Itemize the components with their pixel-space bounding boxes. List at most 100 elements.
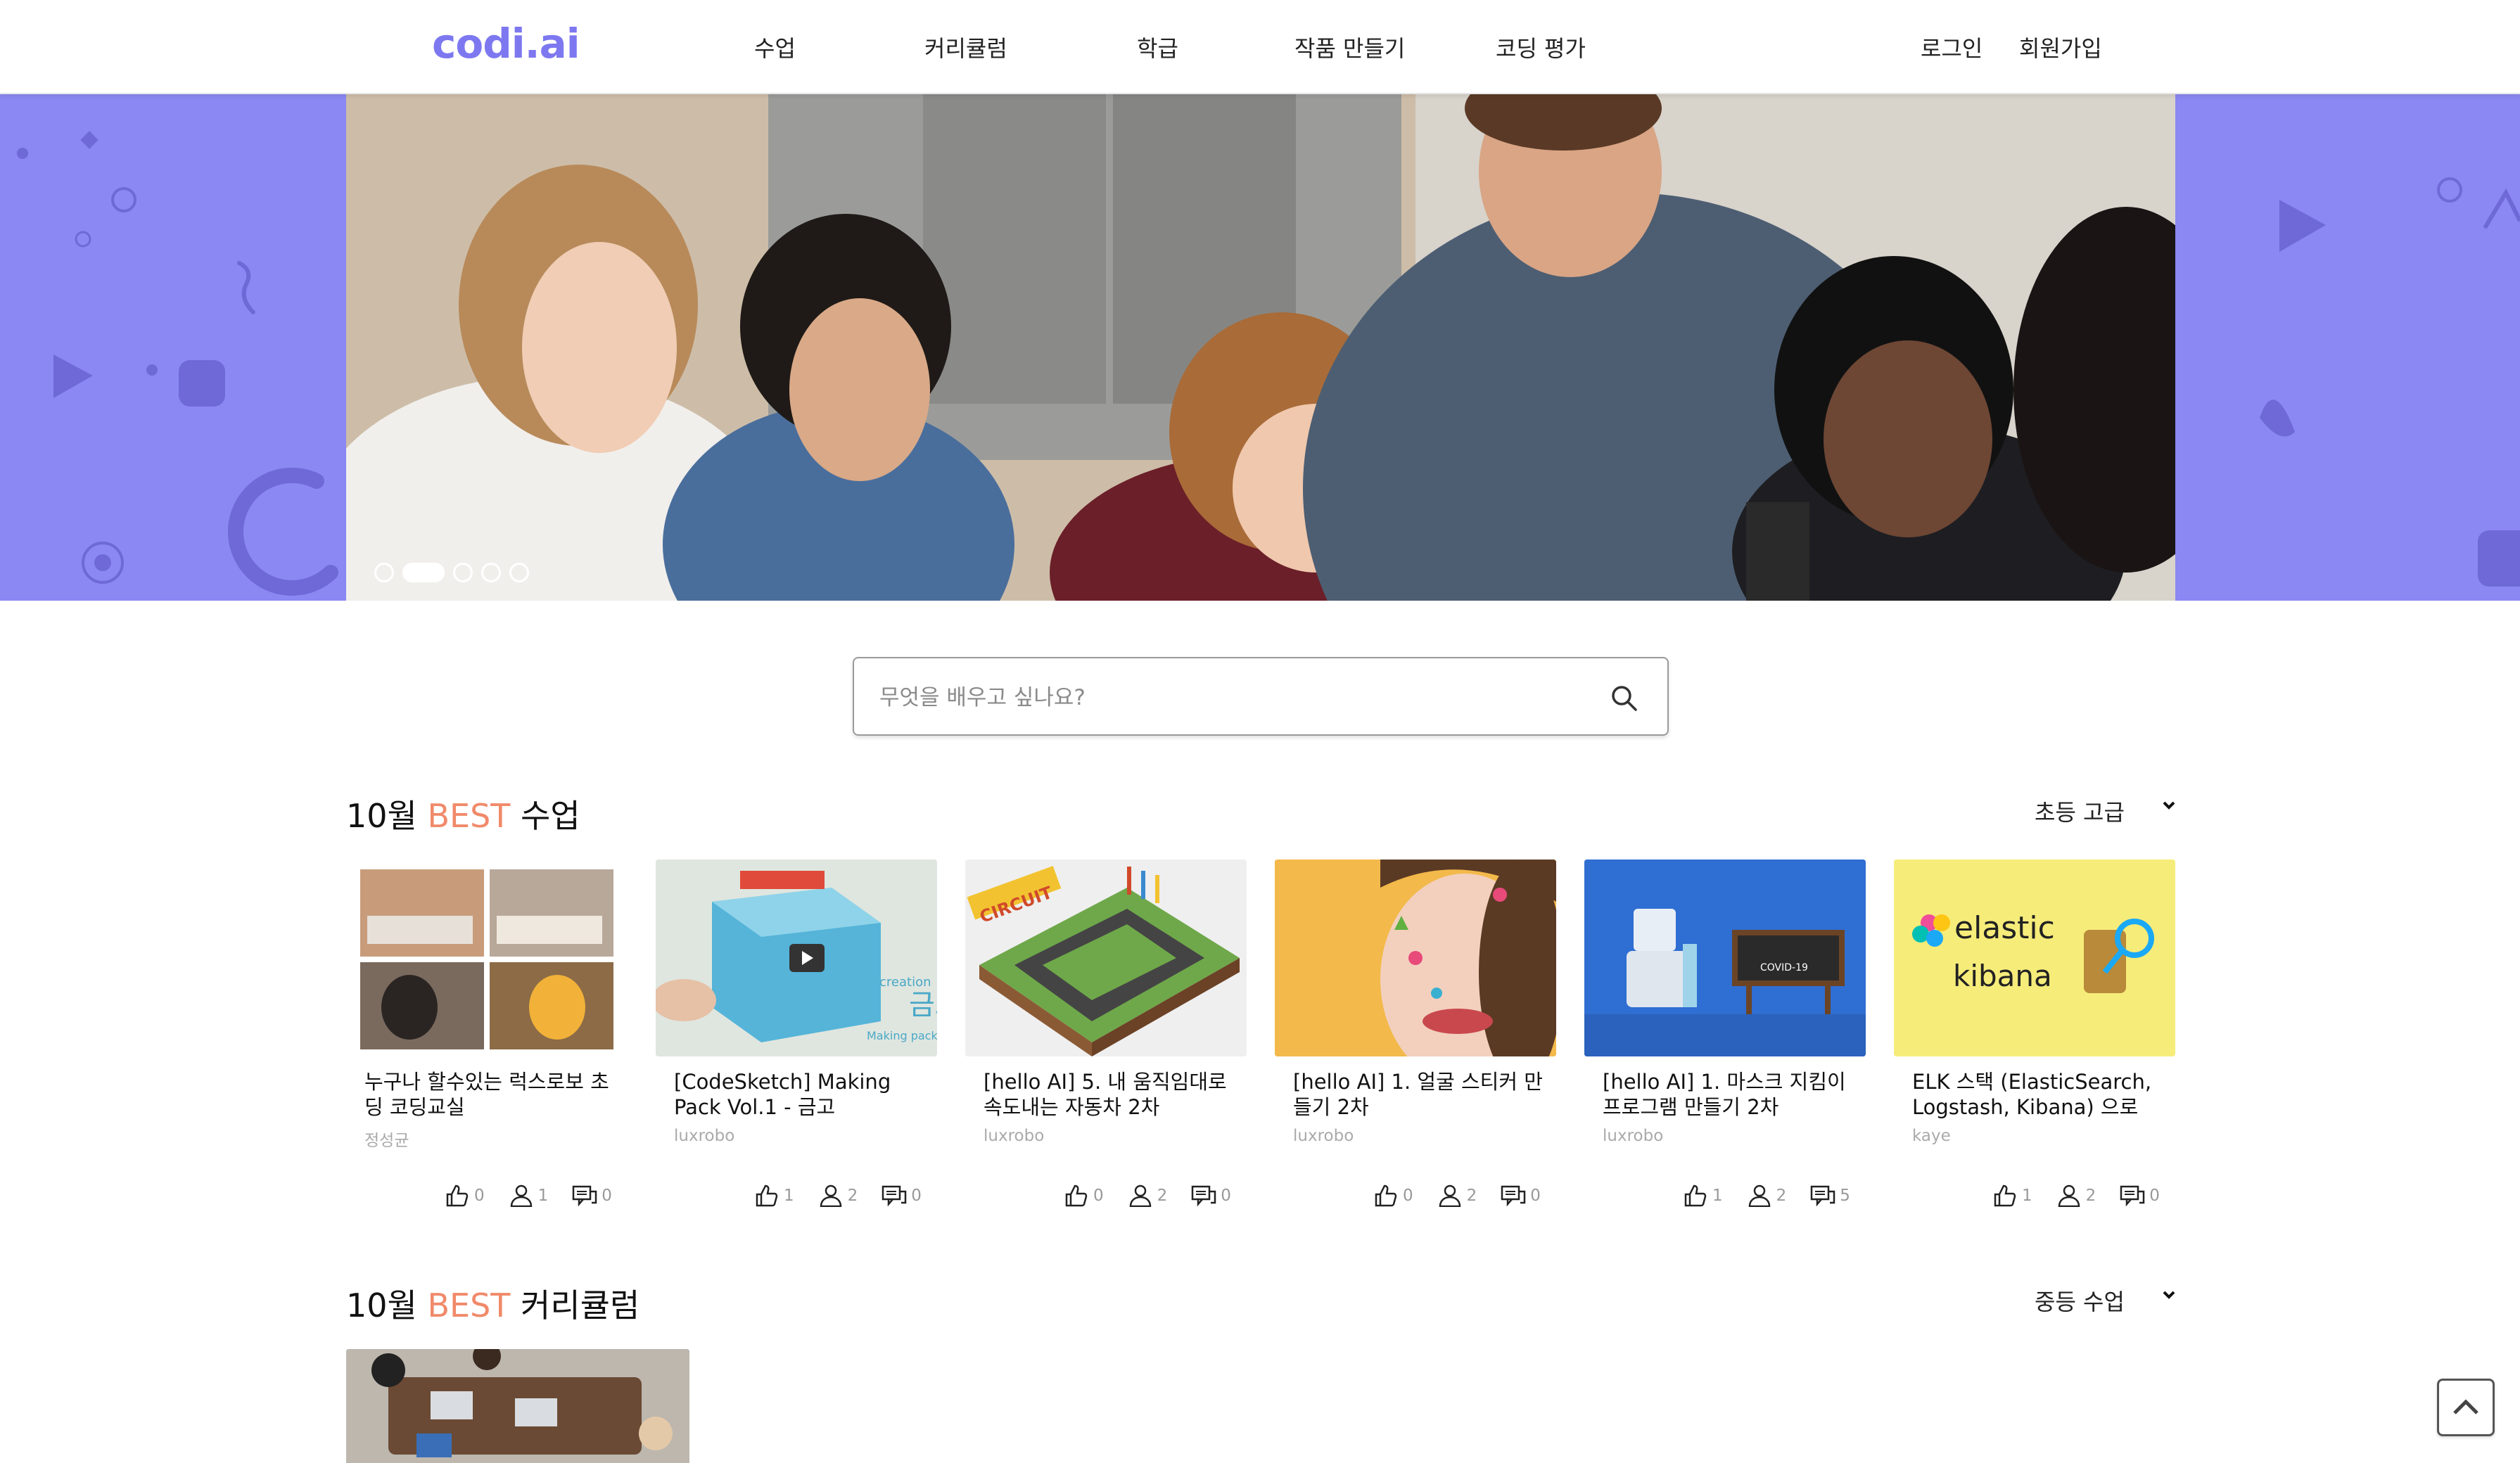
comments-count: 5 bbox=[1840, 1187, 1850, 1205]
class-card[interactable]: [hello AI] 1. 얼굴 스티커 만들기 2차 luxrobo 0 2 … bbox=[1275, 860, 1556, 1211]
class-stats: 0 2 0 bbox=[1373, 1183, 1541, 1208]
best-curriculum-filter-label: 중등 수업 bbox=[2035, 1289, 2125, 1315]
carousel-dot-3[interactable] bbox=[453, 563, 473, 582]
thumbnail-collage bbox=[360, 869, 613, 1049]
comment-icon bbox=[1192, 1185, 1216, 1207]
best-curriculum-best: BEST bbox=[427, 1286, 511, 1324]
thumbnail-face-sticker bbox=[1275, 860, 1556, 1056]
class-title: [hello AI] 1. 마스크 지킴이 프로그램 만들기 2차 bbox=[1603, 1070, 1846, 1119]
hero-decoration-right bbox=[2260, 177, 2520, 587]
comments-count: 0 bbox=[2149, 1187, 2160, 1205]
class-card[interactable]: CIRCUIT [hello AI] 5. 내 움직임대로 속도내는 자동차 2… bbox=[965, 860, 1247, 1211]
kibana-logo-text: kibana bbox=[1953, 959, 2052, 993]
scroll-to-top-button[interactable] bbox=[2437, 1379, 2495, 1436]
students-count: 2 bbox=[847, 1187, 858, 1205]
thumbs-up-icon bbox=[1994, 1184, 2016, 1207]
class-card[interactable]: COVID-19 [hello AI] 1. 마스크 지킴이 프로그램 만들기 … bbox=[1584, 860, 1866, 1211]
comments-stat: 0 bbox=[1501, 1183, 1541, 1208]
nav-item-classes[interactable]: 수업 bbox=[754, 31, 796, 63]
students-stat: 2 bbox=[1437, 1183, 1477, 1208]
thumbnail-making-pack: creation 금고 Making pack bbox=[656, 860, 937, 1056]
thumbs-up-icon bbox=[446, 1184, 469, 1207]
thumbnail-mask-keeper: COVID-19 bbox=[1584, 860, 1866, 1056]
best-curriculum-filter[interactable]: 중등 수업 bbox=[2035, 1284, 2175, 1317]
hero-illustration bbox=[346, 94, 2175, 601]
class-title: [hello AI] 1. 얼굴 스티커 만들기 2차 bbox=[1293, 1070, 1543, 1119]
search-input[interactable] bbox=[879, 679, 1583, 716]
login-link[interactable]: 로그인 bbox=[1921, 31, 1983, 63]
best-curriculum-label: 커리큘럼 bbox=[521, 1286, 640, 1324]
making-pack-creation-text: creation bbox=[879, 975, 931, 990]
thumbnail-circuit: CIRCUIT bbox=[965, 860, 1247, 1056]
students-stat: 2 bbox=[1128, 1183, 1167, 1208]
arrow-up-icon bbox=[2453, 1399, 2478, 1414]
class-thumbnail bbox=[346, 860, 628, 1056]
comments-count: 0 bbox=[602, 1187, 612, 1205]
class-stats: 1 2 0 bbox=[754, 1183, 922, 1208]
class-author: kaye bbox=[1912, 1127, 1951, 1145]
likes-count: 1 bbox=[2022, 1187, 2032, 1205]
students-count: 2 bbox=[1776, 1187, 1787, 1205]
logo[interactable]: codi.ai bbox=[432, 20, 580, 68]
class-title: ELK 스택 (ElasticSearch, Logstash, Kibana)… bbox=[1912, 1070, 2152, 1119]
user-icon bbox=[510, 1184, 532, 1207]
students-stat: 2 bbox=[818, 1183, 858, 1208]
carousel-dot-4[interactable] bbox=[481, 563, 501, 582]
carousel-dots bbox=[374, 563, 529, 582]
class-title: [CodeSketch] Making Pack Vol.1 - 금고 bbox=[674, 1070, 891, 1119]
thumbs-up-icon bbox=[756, 1184, 778, 1207]
likes-stat: 0 bbox=[445, 1183, 485, 1208]
comments-stat: 0 bbox=[882, 1183, 922, 1208]
likes-stat: 0 bbox=[1373, 1183, 1413, 1208]
hero-decoration-left bbox=[17, 131, 338, 596]
carousel-dot-1[interactable] bbox=[374, 563, 394, 582]
nav-item-coding-test[interactable]: 코딩 평가 bbox=[1496, 31, 1586, 63]
comment-icon bbox=[882, 1185, 907, 1207]
comments-count: 0 bbox=[1530, 1187, 1541, 1205]
thumbs-up-icon bbox=[1375, 1184, 1397, 1207]
class-card[interactable]: 누구나 할수있는 럭스로보 초딩 코딩교실 정성균 0 1 0 bbox=[346, 860, 628, 1211]
class-author: luxrobo bbox=[674, 1127, 735, 1145]
best-classes-filter[interactable]: 초등 고급 bbox=[2035, 795, 2175, 827]
curriculum-card[interactable] bbox=[346, 1349, 689, 1463]
likes-stat: 1 bbox=[754, 1183, 794, 1208]
thumbs-up-icon bbox=[1684, 1184, 1707, 1207]
class-author: 정성균 bbox=[364, 1132, 409, 1150]
class-stats: 1 2 5 bbox=[1683, 1183, 1850, 1208]
user-icon bbox=[2058, 1184, 2080, 1207]
making-pack-label-text: Making pack bbox=[867, 1029, 937, 1042]
students-count: 1 bbox=[537, 1187, 549, 1205]
class-card[interactable]: creation 금고 Making pack [CodeSketch] Mak… bbox=[656, 860, 937, 1211]
likes-count: 0 bbox=[1403, 1187, 1413, 1205]
carousel-dot-5[interactable] bbox=[509, 563, 529, 582]
comments-count: 0 bbox=[1221, 1187, 1231, 1205]
chevron-down-icon bbox=[2163, 801, 2175, 810]
class-thumbnail: creation 금고 Making pack bbox=[656, 860, 937, 1056]
user-icon bbox=[1748, 1184, 1770, 1207]
class-author: luxrobo bbox=[1293, 1127, 1354, 1145]
likes-count: 0 bbox=[474, 1187, 485, 1205]
elastic-logo-text: elastic bbox=[1954, 910, 2055, 946]
likes-count: 0 bbox=[1093, 1187, 1104, 1205]
comment-icon bbox=[1811, 1185, 1835, 1207]
likes-count: 1 bbox=[1712, 1187, 1723, 1205]
class-author: luxrobo bbox=[1603, 1127, 1664, 1145]
user-icon bbox=[820, 1184, 841, 1207]
students-stat: 2 bbox=[2056, 1183, 2096, 1208]
comment-icon bbox=[2120, 1185, 2145, 1207]
comments-stat: 0 bbox=[2120, 1183, 2160, 1208]
user-icon bbox=[1129, 1184, 1151, 1207]
signup-link[interactable]: 회원가입 bbox=[2019, 31, 2102, 63]
carousel-dot-2[interactable] bbox=[402, 563, 445, 582]
likes-stat: 1 bbox=[1683, 1183, 1723, 1208]
top-header: codi.ai 수업 커리큘럼 학급 작품 만들기 코딩 평가 로그인 회원가입 bbox=[0, 0, 2520, 94]
students-count: 2 bbox=[1466, 1187, 1477, 1205]
nav-item-class-group[interactable]: 학급 bbox=[1137, 31, 1178, 63]
class-thumbnail: elastic kibana bbox=[1894, 860, 2175, 1056]
comments-count: 0 bbox=[911, 1187, 922, 1205]
nav-item-curriculum[interactable]: 커리큘럼 bbox=[924, 31, 1007, 63]
class-card[interactable]: elastic kibana ELK 스택 (ElasticSearch, Lo… bbox=[1894, 860, 2175, 1211]
search-icon[interactable] bbox=[1610, 684, 1638, 712]
nav-item-make-work[interactable]: 작품 만들기 bbox=[1294, 31, 1405, 63]
comments-stat: 0 bbox=[1191, 1183, 1231, 1208]
